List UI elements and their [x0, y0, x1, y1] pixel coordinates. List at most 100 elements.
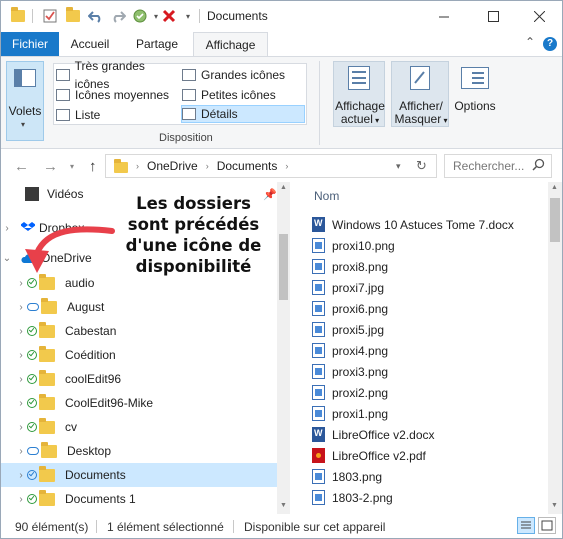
scroll-down-icon[interactable]: ▼	[280, 502, 287, 509]
file-row[interactable]: Windows 10 Astuces Tome 7.docx	[312, 214, 542, 235]
tab-home[interactable]: Accueil	[59, 32, 121, 56]
breadcrumb-documents[interactable]: Documents	[217, 159, 278, 173]
address-bar[interactable]: › OneDrive › Documents › ▾ ↻	[105, 154, 437, 178]
ribbon-tabs: Fichier Accueil Partage Affichage ⌃ ?	[1, 32, 562, 57]
layout-xl-icons[interactable]: Très grandes icônes	[56, 59, 180, 91]
file-row[interactable]: proxi7.jpg	[312, 277, 542, 298]
nav-label-cabestan: Cabestan	[65, 324, 117, 338]
file-row[interactable]: proxi4.png	[312, 340, 542, 361]
undo-icon[interactable]	[87, 7, 105, 25]
forward-arrow-icon[interactable]: →	[43, 158, 58, 175]
chevron-right-icon[interactable]: ›	[15, 446, 27, 457]
file-row[interactable]: proxi2.png	[312, 382, 542, 403]
file-row[interactable]: LibreOffice v2.pdf	[312, 445, 542, 466]
file-row[interactable]: proxi3.png	[312, 361, 542, 382]
properties-icon[interactable]	[41, 7, 59, 25]
tab-view[interactable]: Affichage	[193, 32, 268, 57]
layout-large-icons-label: Grandes icônes	[201, 68, 286, 82]
file-row[interactable]: proxi8.png	[312, 256, 542, 277]
list-scrollbar[interactable]: ▲ ▼	[548, 182, 562, 514]
file-row[interactable]: proxi6.png	[312, 298, 542, 319]
explorer-window: ▾ ▾ Documents Fichier Accueil Partage Af…	[0, 0, 563, 539]
available-status-icon	[27, 422, 37, 432]
back-arrow-icon[interactable]: ←	[14, 158, 29, 175]
list-scrollbar-thumb[interactable]	[550, 198, 560, 242]
nav-item-august[interactable]: › August	[1, 295, 277, 319]
video-icon	[25, 187, 39, 201]
image-file-icon	[312, 343, 325, 358]
chevron-right-icon[interactable]: ›	[15, 422, 27, 433]
chevron-right-icon[interactable]: ›	[15, 470, 27, 481]
layout-large-icons[interactable]: Grandes icônes	[182, 66, 304, 84]
column-header-name[interactable]: Nom	[314, 189, 339, 203]
tab-file[interactable]: Fichier	[1, 32, 59, 56]
layout-details[interactable]: Détails	[181, 105, 305, 123]
large-icons-view-icon[interactable]	[538, 517, 556, 534]
file-row[interactable]: 1803.png	[312, 466, 542, 487]
tab-share[interactable]: Partage	[127, 32, 187, 56]
breadcrumb-onedrive[interactable]: OneDrive	[147, 159, 198, 173]
file-row[interactable]: LibreOffice v2.docx	[312, 424, 542, 445]
minimize-button[interactable]	[421, 1, 467, 32]
file-row[interactable]: 1803-2.png	[312, 487, 542, 508]
nav-item-desktop[interactable]: › Desktop	[1, 439, 277, 463]
new-folder-icon[interactable]	[64, 7, 82, 25]
chevron-right-icon[interactable]: ›	[15, 350, 27, 361]
file-name: 1803.png	[332, 469, 383, 484]
scroll-up-icon[interactable]: ▲	[551, 184, 558, 191]
chevron-right-icon[interactable]: ›	[15, 494, 27, 505]
image-file-icon	[312, 385, 325, 400]
image-file-icon	[312, 469, 325, 484]
nav-item-cooledit96-mike[interactable]: › CoolEdit96-Mike	[1, 391, 277, 415]
nav-item-documents-1[interactable]: › Documents 1	[1, 487, 277, 511]
file-row[interactable]: proxi1.png	[312, 403, 542, 424]
folder-icon	[39, 465, 55, 482]
redo-icon[interactable]	[109, 7, 127, 25]
maximize-button[interactable]	[470, 1, 516, 32]
refresh-icon[interactable]: ↻	[416, 158, 427, 174]
nav-item-cv[interactable]: › cv	[1, 415, 277, 439]
collapse-ribbon-icon[interactable]: ⌃	[525, 35, 535, 49]
recent-locations-icon[interactable]: ▾	[70, 162, 74, 171]
close-button[interactable]	[516, 1, 562, 32]
layout-list[interactable]: Liste	[56, 106, 180, 124]
ribbon-divider	[319, 61, 320, 145]
address-dropdown-icon[interactable]: ▾	[396, 161, 401, 172]
file-name: proxi6.png	[332, 301, 389, 316]
chevron-right-icon[interactable]: ›	[15, 326, 27, 337]
up-arrow-icon[interactable]: ↑	[89, 158, 97, 175]
breadcrumb-separator-icon: ›	[136, 161, 139, 171]
chevron-right-icon[interactable]: ›	[15, 374, 27, 385]
nav-item-documents[interactable]: › Documents	[1, 463, 277, 487]
file-name: proxi1.png	[332, 406, 389, 421]
options-label: Options	[454, 99, 496, 113]
layout-medium-icons[interactable]: Icônes moyennes	[56, 86, 180, 104]
nav-scrollbar[interactable]: ▲ ▼	[277, 182, 290, 514]
chevron-right-icon[interactable]: ›	[15, 278, 27, 289]
chevron-down-icon[interactable]: ⌄	[1, 253, 13, 264]
show-hide-label-2: Masquer	[394, 112, 442, 126]
panes-button[interactable]: Volets ▾	[6, 61, 44, 141]
panes-icon	[14, 69, 36, 87]
customize-toolbar-icon[interactable]: ▾	[179, 7, 197, 25]
details-view-icon[interactable]	[517, 517, 535, 534]
chevron-right-icon[interactable]: ›	[1, 223, 13, 234]
current-view-button[interactable]: Affichage actuel ▾	[333, 61, 385, 127]
search-input[interactable]: Rechercher...	[444, 154, 552, 178]
chevron-right-icon[interactable]: ›	[15, 398, 27, 409]
chevron-right-icon[interactable]: ›	[15, 302, 27, 313]
search-icon	[532, 158, 545, 174]
scroll-up-icon[interactable]: ▲	[280, 184, 287, 191]
delete-icon[interactable]	[160, 7, 178, 25]
options-button[interactable]: Options	[453, 61, 499, 127]
nav-item-coedition[interactable]: › Coédition	[1, 343, 277, 367]
file-row[interactable]: proxi5.jpg	[312, 319, 542, 340]
nav-item-cooledit96[interactable]: › coolEdit96	[1, 367, 277, 391]
help-icon[interactable]: ?	[543, 37, 557, 51]
show-hide-button[interactable]: Afficher/ Masquer ▾	[391, 61, 449, 127]
file-row[interactable]: proxi10.png	[312, 235, 542, 256]
nav-item-cabestan[interactable]: › Cabestan	[1, 319, 277, 343]
layout-small-icons[interactable]: Petites icônes	[182, 86, 304, 104]
scroll-down-icon[interactable]: ▼	[551, 502, 558, 509]
nav-scrollbar-thumb[interactable]	[279, 234, 288, 300]
